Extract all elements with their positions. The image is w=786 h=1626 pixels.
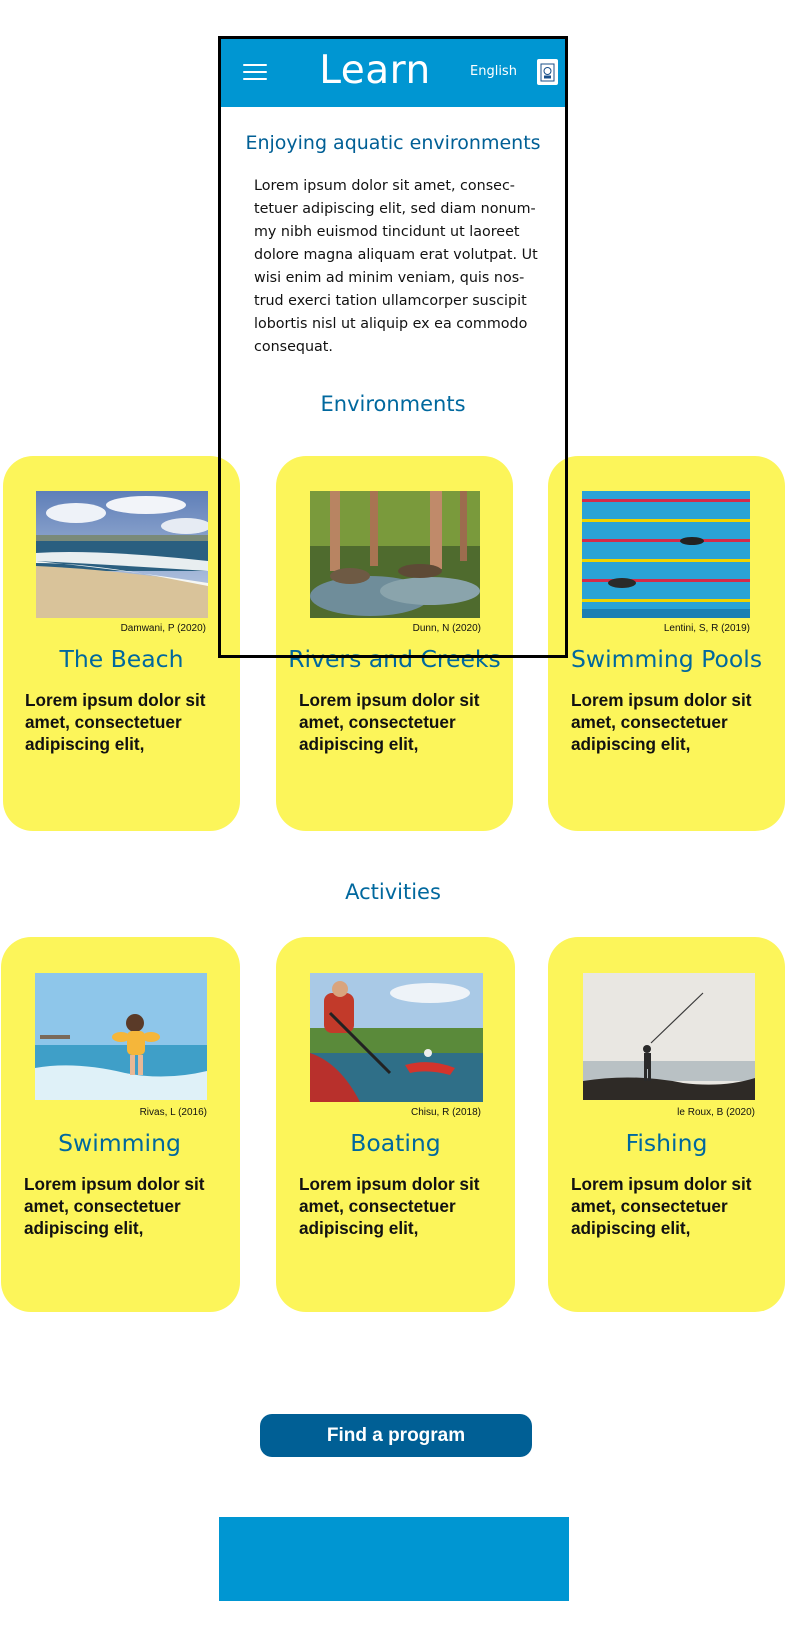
card-description: Lorem ipsum dolor sit amet, consectetuer… bbox=[25, 689, 225, 755]
photo-credit: Lentini, S, R (2019) bbox=[663, 623, 750, 634]
card-description-line: adipiscing elit, bbox=[299, 734, 419, 754]
crest-icon bbox=[537, 59, 558, 85]
card-description: Lorem ipsum dolor sit amet, consectetuer… bbox=[299, 1173, 499, 1239]
card-description-line: Lorem ipsum dolor sit bbox=[24, 1174, 205, 1194]
pool-photo bbox=[582, 491, 750, 618]
photo-credit: le Roux, B (2020) bbox=[677, 1107, 755, 1118]
swimming-photo bbox=[35, 973, 207, 1100]
environments-heading: Environments bbox=[320, 392, 466, 416]
card-description-line: Lorem ipsum dolor sit bbox=[571, 1174, 752, 1194]
intro-line: wisi enim ad minim veniam, quis nos- bbox=[254, 270, 525, 286]
card-description-line: adipiscing elit, bbox=[299, 1218, 419, 1238]
intro-line: my nibh euismod tincidunt ut laoreet bbox=[254, 224, 520, 240]
card-description-line: Lorem ipsum dolor sit bbox=[25, 690, 206, 710]
card-description-line: adipiscing elit, bbox=[24, 1218, 144, 1238]
photo-credit: Chisu, R (2018) bbox=[410, 1107, 481, 1118]
language-selector[interactable]: English bbox=[470, 64, 517, 79]
card-description-line: amet, consectetuer bbox=[571, 712, 728, 732]
card-title-beach: The Beach bbox=[59, 645, 184, 673]
card-description-line: amet, consectetuer bbox=[25, 712, 182, 732]
card-description-line: Lorem ipsum dolor sit bbox=[299, 690, 480, 710]
card-description: Lorem ipsum dolor sit amet, consectetuer… bbox=[24, 1173, 224, 1239]
card-description-line: amet, consectetuer bbox=[24, 1196, 181, 1216]
card-title-boating: Boating bbox=[350, 1129, 441, 1157]
beach-photo bbox=[36, 491, 208, 618]
card-title-rivers: Rivers and Creeks bbox=[288, 645, 501, 673]
card-title-swimming: Swimming bbox=[58, 1129, 181, 1157]
card-description: Lorem ipsum dolor sit amet, consectetuer… bbox=[571, 689, 771, 755]
photo-credit: Damwani, P (2020) bbox=[120, 623, 206, 634]
boating-photo bbox=[310, 973, 483, 1102]
card-description: Lorem ipsum dolor sit amet, consectetuer… bbox=[571, 1173, 771, 1239]
intro-line: dolore magna aliquam erat volutpat. Ut bbox=[254, 247, 538, 263]
activities-heading: Activities bbox=[345, 880, 441, 904]
rivers-photo bbox=[310, 491, 480, 618]
photo-credit: Rivas, L (2016) bbox=[139, 1107, 207, 1118]
card-title-pools: Swimming Pools bbox=[570, 645, 763, 673]
page-title: Learn bbox=[319, 48, 431, 93]
card-description-line: adipiscing elit, bbox=[25, 734, 145, 754]
fishing-photo bbox=[583, 973, 755, 1100]
intro-line: consequat. bbox=[254, 339, 333, 355]
card-description-line: amet, consectetuer bbox=[571, 1196, 728, 1216]
footer-bar bbox=[219, 1517, 569, 1601]
find-program-button[interactable]: Find a program bbox=[260, 1414, 532, 1457]
card-description-line: adipiscing elit, bbox=[571, 1218, 691, 1238]
intro-paragraph: Lorem ipsum dolor sit amet, consec- tetu… bbox=[254, 175, 544, 359]
card-description-line: Lorem ipsum dolor sit bbox=[299, 1174, 480, 1194]
card-description-line: adipiscing elit, bbox=[571, 734, 691, 754]
card-description-line: amet, consectetuer bbox=[299, 1196, 456, 1216]
hamburger-icon[interactable] bbox=[243, 64, 267, 82]
intro-line: trud exerci tation ullamcorper suscipit bbox=[254, 293, 527, 309]
card-title-fishing: Fishing bbox=[625, 1129, 708, 1157]
card-description-line: amet, consectetuer bbox=[299, 712, 456, 732]
intro-heading: Enjoying aquatic environments bbox=[245, 132, 541, 154]
card-description-line: Lorem ipsum dolor sit bbox=[571, 690, 752, 710]
intro-line: Lorem ipsum dolor sit amet, consec- bbox=[254, 178, 515, 194]
card-description: Lorem ipsum dolor sit amet, consectetuer… bbox=[299, 689, 499, 755]
intro-line: tetuer adipiscing elit, sed diam nonum- bbox=[254, 201, 536, 217]
intro-line: lobortis nisl ut aliquip ex ea commodo bbox=[254, 316, 528, 332]
photo-credit: Dunn, N (2020) bbox=[412, 623, 481, 634]
